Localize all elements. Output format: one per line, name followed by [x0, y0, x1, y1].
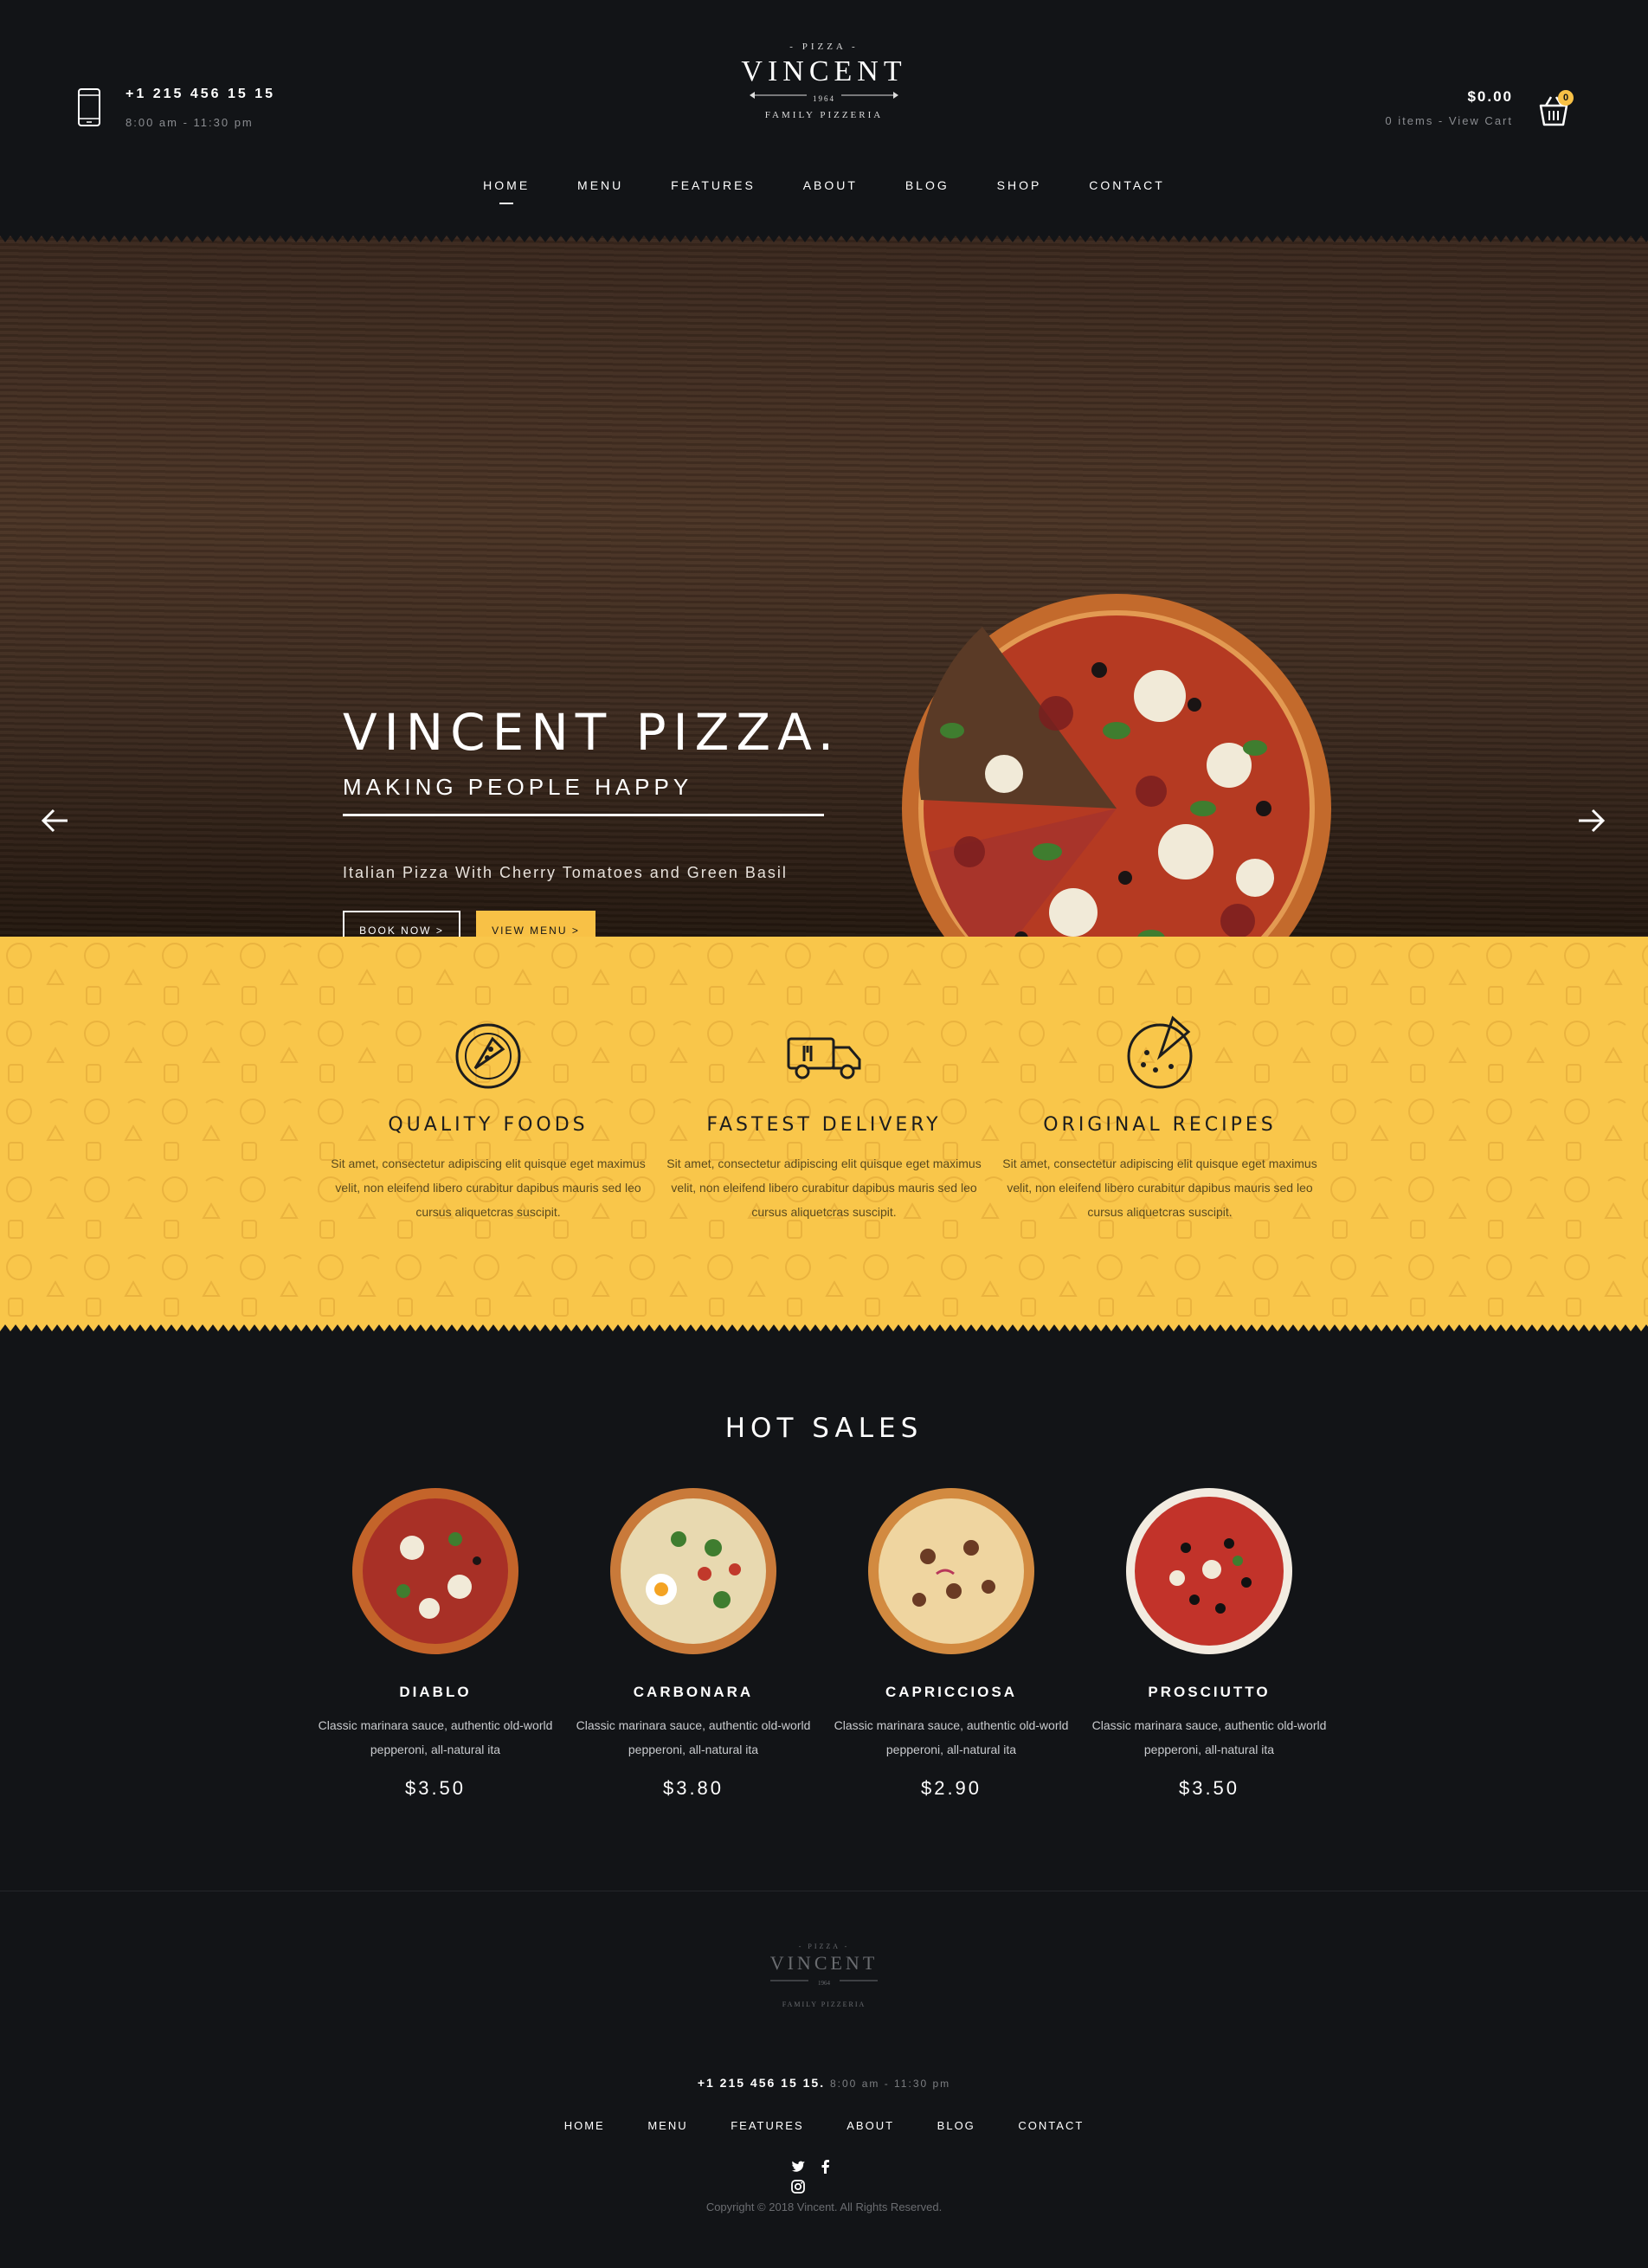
social-links [786, 2159, 862, 2194]
feature-fastest-delivery: FASTEST DELIVERY Sit amet, consectetur a… [660, 1013, 988, 1224]
footer-nav-contact[interactable]: CONTACT [1018, 2119, 1084, 2132]
zigzag-divider [0, 235, 1648, 246]
book-now-button[interactable]: BOOK NOW > [343, 911, 460, 937]
nav-about[interactable]: ABOUT [803, 178, 858, 192]
feature-title: ORIGINAL RECIPES [1043, 1114, 1277, 1136]
feature-text: Sit amet, consectetur adipiscing elit qu… [1002, 1157, 1317, 1219]
footer-nav-about[interactable]: ABOUT [847, 2119, 894, 2132]
phone-icon [78, 88, 100, 126]
hero-subtitle: MAKING PEOPLE HAPPY [343, 774, 693, 800]
product-description: Classic marinara sauce, authentic old-wo… [1091, 1718, 1327, 1756]
feature-title: QUALITY FOODS [388, 1114, 589, 1136]
feature-text: Sit amet, consectetur adipiscing elit qu… [331, 1157, 646, 1219]
product-price: $3.80 [662, 1777, 724, 1799]
facebook-icon[interactable] [818, 2159, 834, 2175]
zigzag-divider [0, 1321, 1648, 1331]
view-menu-button[interactable]: VIEW MENU > [476, 911, 595, 937]
pizza-image[interactable] [351, 1487, 519, 1655]
footer-nav-features[interactable]: FEATURES [731, 2119, 803, 2132]
product-price: $3.50 [1178, 1777, 1240, 1799]
hero-title: VINCENT PIZZA. [343, 703, 841, 762]
product-price: $2.90 [920, 1777, 982, 1799]
logo[interactable]: - PIZZA - VINCENT 1964 FAMILY PIZZERIA [737, 42, 911, 142]
product-description: Classic marinara sauce, authentic old-wo… [834, 1718, 1069, 1756]
hot-sales-title: HOT SALES [724, 1413, 924, 1444]
cart-total[interactable]: $0.00 [1467, 88, 1513, 106]
hero-slider: VINCENT PIZZA. MAKING PEOPLE HAPPY Itali… [0, 235, 1648, 937]
footer-logo[interactable]: - PIZZA - VINCENT 1964 FAMILY PIZZERIA [763, 1943, 885, 2019]
pizza-image [902, 594, 1331, 937]
feature-title: FASTEST DELIVERY [706, 1114, 942, 1136]
footer-logo-tagline: FAMILY PIZZERIA [782, 2001, 866, 2008]
footer-logo-top-text: - PIZZA - [798, 1943, 850, 1950]
cart-count-badge: 0 [1558, 90, 1574, 106]
instagram-icon[interactable] [790, 2179, 806, 2194]
cart-items-link[interactable]: 0 items - View Cart [1385, 114, 1513, 127]
pizza-slice-icon [1127, 1015, 1193, 1089]
nav-features[interactable]: FEATURES [671, 178, 756, 192]
logo-name: VINCENT [741, 55, 907, 87]
footer-nav-menu[interactable]: MENU [647, 2119, 687, 2132]
pizza-plate-icon [455, 1023, 521, 1089]
nav-menu[interactable]: MENU [577, 178, 623, 192]
pizza-image[interactable] [1125, 1487, 1293, 1655]
pizza-image[interactable] [609, 1487, 777, 1655]
product-price: $3.50 [404, 1777, 467, 1799]
footer-nav-home[interactable]: HOME [564, 2119, 605, 2132]
copyright: Copyright © 2018 Vincent. All Rights Res… [705, 2200, 943, 2213]
product-name[interactable]: DIABLO [306, 1684, 565, 1701]
delivery-truck-icon [787, 1037, 861, 1079]
footer-logo-name: VINCENT [769, 1952, 879, 1974]
feature-quality-foods: QUALITY FOODS Sit amet, consectetur adip… [324, 1013, 653, 1224]
footer-hours: 8:00 am - 11:30 pm [830, 2078, 951, 2090]
main-nav: HOME MENU FEATURES ABOUT BLOG SHOP CONTA… [0, 178, 1648, 204]
product-description: Classic marinara sauce, authentic old-wo… [576, 1718, 811, 1756]
nav-blog[interactable]: BLOG [905, 178, 950, 192]
product-card[interactable]: CAPRICCIOSA Classic marinara sauce, auth… [821, 1487, 1081, 1800]
hero-underline [343, 814, 824, 816]
feature-text: Sit amet, consectetur adipiscing elit qu… [666, 1157, 982, 1219]
pizza-image[interactable] [867, 1487, 1035, 1655]
site-header: +1 215 456 15 15 8:00 am - 11:30 pm - PI… [0, 0, 1648, 235]
footer-contact: +1 215 456 15 15. 8:00 am - 11:30 pm [0, 2076, 1648, 2090]
header-hours: 8:00 am - 11:30 pm [126, 116, 254, 129]
features-section: QUALITY FOODS Sit amet, consectetur adip… [0, 937, 1648, 1331]
footer-nav: HOME MENU FEATURES ABOUT BLOG CONTACT [0, 2119, 1648, 2132]
footer-phone[interactable]: +1 215 456 15 15. [698, 2076, 825, 2090]
product-card[interactable]: DIABLO Classic marinara sauce, authentic… [306, 1487, 565, 1800]
header-phone[interactable]: +1 215 456 15 15 [126, 87, 275, 102]
arrow-left-icon[interactable] [40, 807, 69, 834]
nav-home[interactable]: HOME [483, 178, 530, 204]
feature-original-recipes: ORIGINAL RECIPES Sit amet, consectetur a… [995, 1013, 1324, 1224]
logo-top-text: - PIZZA - [789, 42, 859, 52]
product-name[interactable]: PROSCIUTTO [1079, 1684, 1339, 1701]
product-name[interactable]: CARBONARA [563, 1684, 823, 1701]
product-card[interactable]: CARBONARA Classic marinara sauce, authen… [563, 1487, 823, 1800]
hero-description: Italian Pizza With Cherry Tomatoes and G… [343, 864, 788, 881]
arrow-right-icon[interactable] [1577, 807, 1606, 834]
footer-nav-blog[interactable]: BLOG [937, 2119, 975, 2132]
logo-tagline: FAMILY PIZZERIA [764, 110, 884, 120]
nav-contact[interactable]: CONTACT [1089, 178, 1165, 192]
product-description: Classic marinara sauce, authentic old-wo… [318, 1718, 553, 1756]
product-name[interactable]: CAPRICCIOSA [821, 1684, 1081, 1701]
product-card[interactable]: PROSCIUTTO Classic marinara sauce, authe… [1079, 1487, 1339, 1800]
nav-shop[interactable]: SHOP [997, 178, 1042, 192]
twitter-icon[interactable] [790, 2159, 806, 2175]
